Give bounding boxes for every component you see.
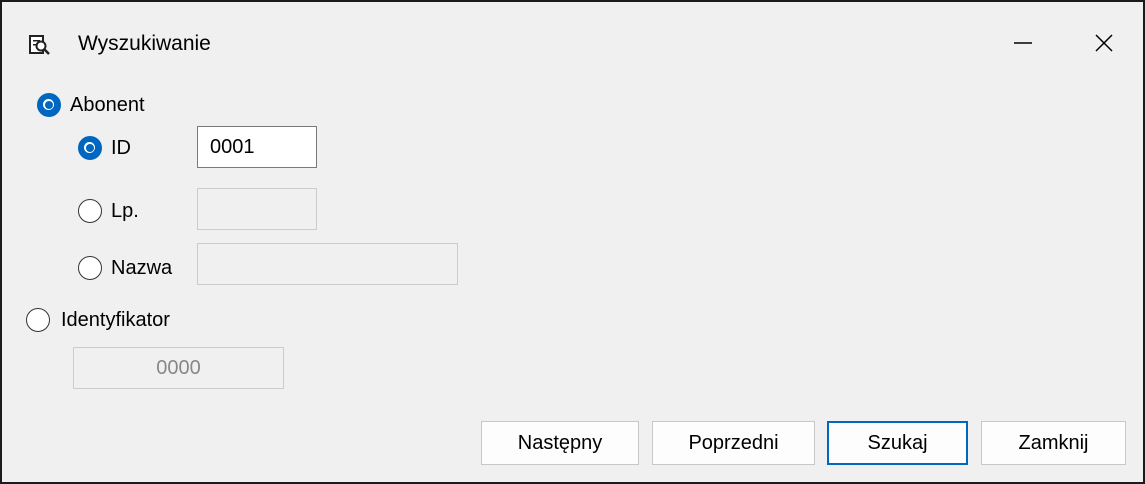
lp-input[interactable]	[197, 188, 317, 230]
window-title: Wyszukiwanie	[78, 32, 211, 55]
search-dialog: Wyszukiwanie Abonent ID Lp. Nazwa Identy…	[0, 0, 1145, 484]
search-button[interactable]: Szukaj	[827, 421, 968, 465]
search-document-icon	[29, 35, 51, 55]
minimize-icon	[1013, 33, 1033, 58]
id-input[interactable]	[197, 126, 317, 168]
previous-button[interactable]: Poprzedni	[652, 421, 815, 465]
abonent-label: Abonent	[70, 94, 145, 116]
next-button[interactable]: Następny	[481, 421, 639, 465]
title-bar: Wyszukiwanie	[2, 2, 1143, 80]
nazwa-label: Nazwa	[111, 257, 173, 279]
identyfikator-radio[interactable]	[26, 308, 50, 332]
identyfikator-input[interactable]	[73, 347, 284, 389]
lp-label: Lp.	[111, 200, 139, 222]
id-radio[interactable]	[78, 136, 102, 160]
nazwa-input[interactable]	[197, 243, 458, 285]
close-icon	[1094, 33, 1114, 58]
close-window-button[interactable]	[1081, 22, 1127, 68]
abonent-radio[interactable]	[37, 93, 61, 117]
minimize-button[interactable]	[1000, 22, 1046, 68]
identyfikator-label: Identyfikator	[61, 309, 170, 331]
close-button[interactable]: Zamknij	[981, 421, 1126, 465]
lp-radio[interactable]	[78, 199, 102, 223]
id-label: ID	[111, 137, 131, 159]
nazwa-radio[interactable]	[78, 256, 102, 280]
